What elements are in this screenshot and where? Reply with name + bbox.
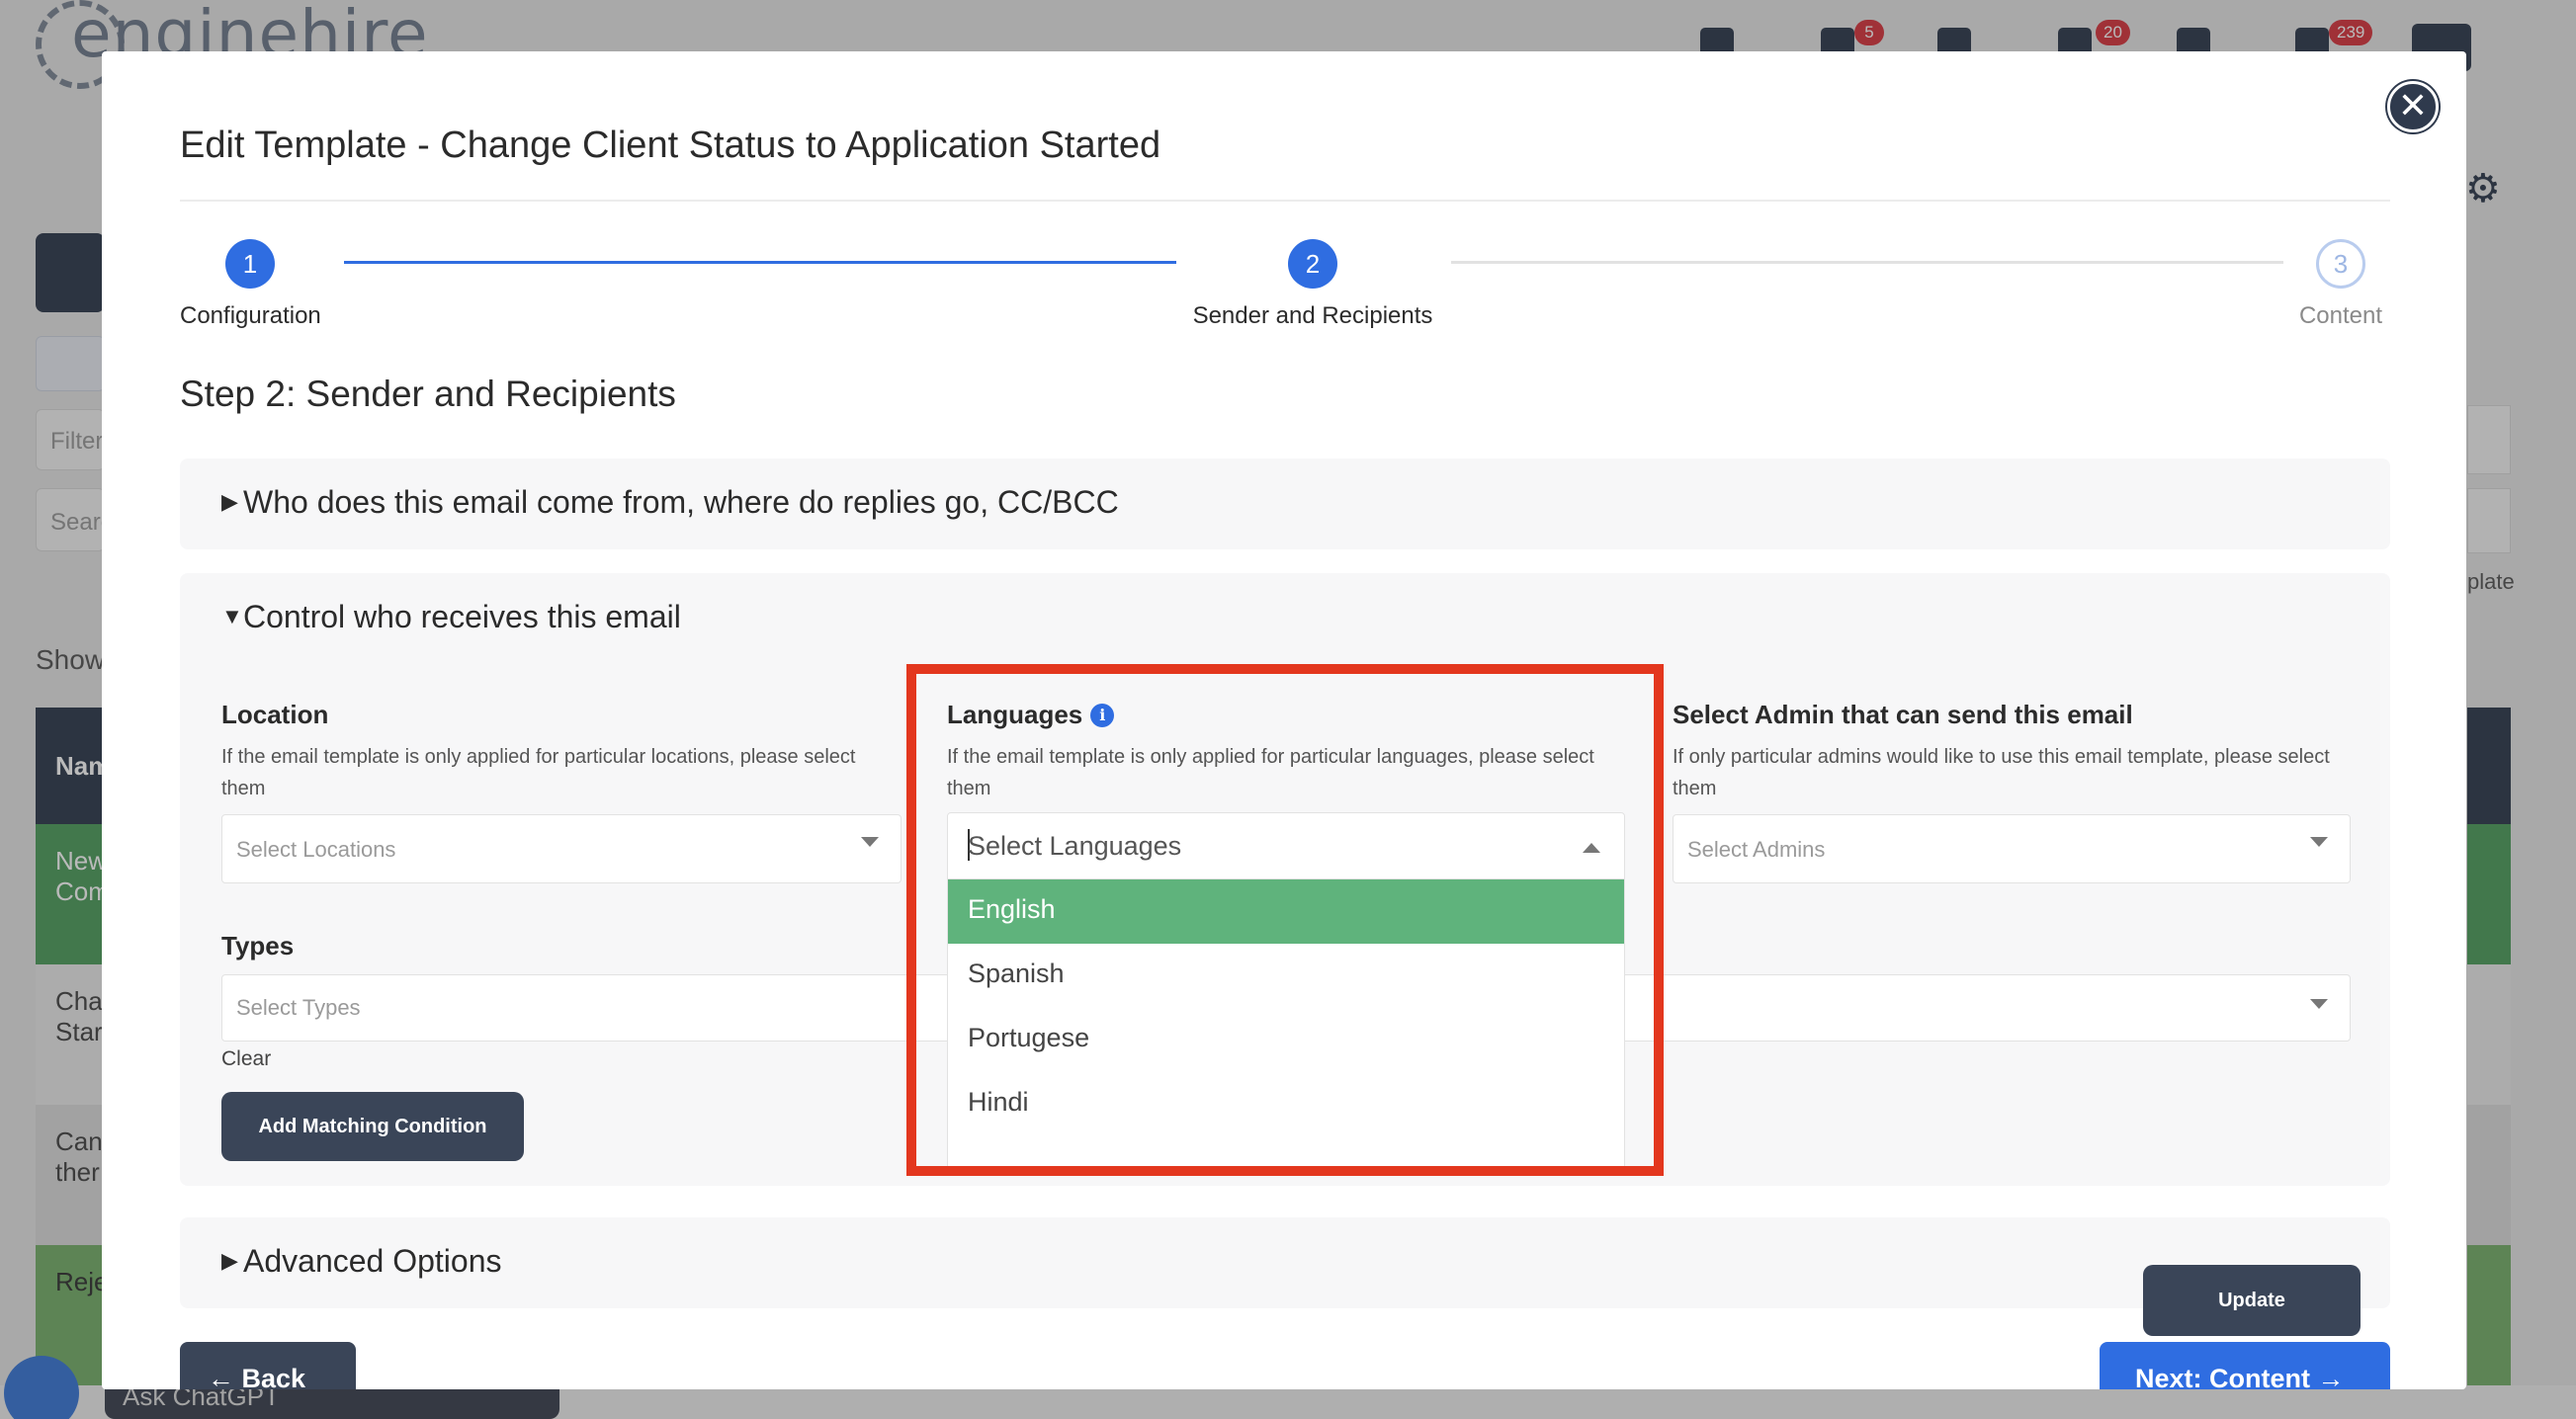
- admin-help: If only particular admins would like to …: [1673, 746, 2330, 799]
- sender-section[interactable]: ▶ Who does this email come from, where do…: [180, 459, 2390, 549]
- caret-down-icon: ▼: [221, 604, 243, 628]
- advanced-section-title: Advanced Options: [243, 1243, 502, 1279]
- location-help: If the email template is only applied fo…: [221, 746, 856, 799]
- next-content-button[interactable]: Next: Content →: [2100, 1342, 2390, 1389]
- step-number-2: 2: [1288, 239, 1337, 289]
- admin-label: Select Admin that can send this email: [1673, 700, 2133, 729]
- highlight-box: [906, 664, 1664, 1176]
- close-icon[interactable]: ✕: [2387, 81, 2439, 132]
- stepper-line-1: [344, 261, 1176, 264]
- title-divider: [180, 200, 2390, 202]
- step-label-3: Content: [2298, 302, 2383, 329]
- chevron-down-icon: [2310, 999, 2328, 1009]
- location-label: Location: [221, 700, 329, 729]
- step-number-1: 1: [225, 239, 275, 289]
- clear-types-link[interactable]: Clear: [221, 1047, 271, 1071]
- recipients-section-header[interactable]: ▼Control who receives this email: [221, 599, 681, 635]
- advanced-section[interactable]: ▶ Advanced Options: [180, 1217, 2390, 1308]
- admin-placeholder: Select Admins: [1687, 837, 1826, 862]
- step-label-1: Configuration: [180, 302, 321, 329]
- step-sender-recipients[interactable]: 2 Sender and Recipients: [1189, 239, 1436, 330]
- step-configuration[interactable]: 1 Configuration: [180, 239, 321, 330]
- caret-right-icon: ▶: [221, 1248, 238, 1273]
- admin-select[interactable]: Select Admins: [1673, 814, 2351, 883]
- caret-right-icon: ▶: [221, 489, 238, 514]
- update-button[interactable]: Update: [2143, 1265, 2361, 1336]
- chevron-down-icon: [2310, 837, 2328, 847]
- chevron-down-icon: [861, 837, 879, 847]
- step-number-3: 3: [2316, 239, 2365, 289]
- back-button[interactable]: ← Back: [180, 1342, 356, 1389]
- types-label: Types: [221, 931, 295, 960]
- step-label-2: Sender and Recipients: [1192, 302, 1433, 329]
- location-placeholder: Select Locations: [236, 837, 396, 862]
- advanced-section-header[interactable]: ▶ Advanced Options: [221, 1243, 502, 1280]
- sender-section-title: Who does this email come from, where do …: [243, 484, 1119, 520]
- types-placeholder: Select Types: [236, 995, 361, 1020]
- modal-title: Edit Template - Change Client Status to …: [180, 125, 1161, 166]
- step-content[interactable]: 3 Content: [2291, 239, 2390, 330]
- location-select[interactable]: Select Locations: [221, 814, 902, 883]
- stepper-line-2: [1451, 261, 2283, 264]
- sender-section-header[interactable]: ▶ Who does this email come from, where do…: [221, 484, 1119, 521]
- recipients-section-title: Control who receives this email: [243, 599, 681, 634]
- add-matching-condition-button[interactable]: Add Matching Condition: [221, 1092, 524, 1161]
- edit-template-modal: Edit Template - Change Client Status to …: [102, 51, 2466, 1389]
- step-heading: Step 2: Sender and Recipients: [180, 374, 676, 414]
